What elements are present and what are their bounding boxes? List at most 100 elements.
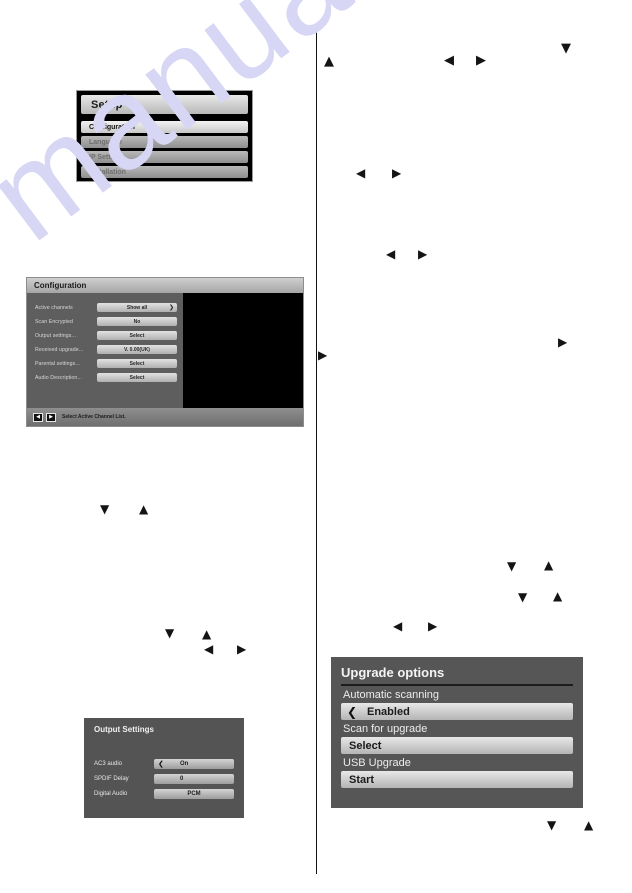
output-row-ac3-audio[interactable]: AC3 audio ❮ On: [94, 758, 234, 770]
setup-menu-list: Configuration Language IP Settings Insta…: [81, 121, 248, 178]
sidebar-item-label: Language: [89, 138, 123, 146]
output-row-label: AC3 audio: [94, 761, 123, 767]
output-row-label: SPDIF Delay: [94, 776, 129, 782]
setup-title: Setup: [91, 98, 123, 111]
output-settings-rows: AC3 audio ❮ On SPDIF Delay 0 Digital Aud…: [94, 758, 234, 800]
config-row-label: Audio Description...: [35, 374, 82, 381]
chevron-left-icon: ❮: [158, 759, 164, 768]
sidebar-item-installation[interactable]: Installation: [81, 166, 248, 178]
down-arrow-icon: ▼: [518, 590, 528, 604]
config-row-value-field[interactable]: Select: [97, 331, 177, 340]
configuration-preview-pane: [183, 293, 303, 408]
configuration-body: Active channels Show all ❯ Scan Encrypte…: [27, 293, 303, 408]
manual-page: manualshive.com Setup Configuration Lang…: [0, 0, 632, 893]
sidebar-item-label: IP Settings: [89, 153, 126, 161]
config-row-value-field[interactable]: Select: [97, 359, 177, 368]
configuration-options-pane: Active channels Show all ❯ Scan Encrypte…: [27, 293, 183, 408]
right-arrow-icon: ▶: [558, 335, 568, 349]
config-row-value-field[interactable]: No: [97, 317, 177, 326]
config-row-label: Active channels: [35, 304, 73, 311]
down-arrow-icon: ▼: [561, 41, 571, 56]
config-row-audio-description[interactable]: Audio Description... Select: [35, 372, 177, 383]
right-arrow-key-icon: ▶: [46, 412, 56, 422]
osd-upgrade-options: Upgrade options Automatic scanning ❮ Ena…: [331, 657, 583, 808]
osd-setup-menu: Setup Configuration Language IP Settings…: [76, 90, 253, 182]
configuration-title-bar: Configuration: [27, 278, 303, 293]
output-row-label: Digital Audio: [94, 791, 128, 797]
output-row-value: PCM: [187, 791, 201, 797]
config-row-received-upgrade[interactable]: Received upgrade... V. 0.00(UK): [35, 344, 177, 355]
config-row-value: V. 0.00(UK): [124, 346, 150, 353]
right-arrow-icon: ▶: [476, 53, 486, 68]
down-arrow-icon: ▼: [100, 502, 110, 516]
right-arrow-icon: ▶: [237, 642, 247, 656]
column-divider: [316, 26, 317, 874]
sidebar-item-ip-settings[interactable]: IP Settings: [81, 151, 248, 163]
upgrade-field-scan-for-upgrade[interactable]: Select: [341, 737, 573, 754]
config-row-value: No: [133, 318, 141, 325]
configuration-status-bar: ◀ ▶ Select Active Channel List.: [27, 408, 303, 426]
output-row-value-field[interactable]: ❮ On: [154, 759, 234, 769]
up-arrow-icon: ▲: [584, 818, 594, 832]
upgrade-field-value: Start: [349, 773, 375, 786]
config-row-value: Select: [129, 332, 145, 339]
left-arrow-icon: ◀: [386, 247, 396, 261]
config-row-label: Output settings...: [35, 332, 77, 339]
upgrade-field-automatic-scanning[interactable]: ❮ Enabled: [341, 703, 573, 720]
right-arrow-icon: ▶: [392, 166, 402, 180]
output-row-digital-audio[interactable]: Digital Audio PCM: [94, 788, 234, 800]
right-arrow-icon: ▶: [318, 348, 328, 362]
upgrade-section-label-automatic-scanning: Automatic scanning: [343, 689, 439, 701]
left-arrow-icon: ◀: [393, 619, 403, 633]
output-row-value: On: [180, 761, 189, 767]
config-row-label: Parental settings...: [35, 360, 80, 367]
left-arrow-key-icon: ◀: [33, 412, 43, 422]
osd-output-settings: Output Settings AC3 audio ❮ On SPDIF Del…: [84, 718, 244, 818]
upgrade-section-label-scan-for-upgrade: Scan for upgrade: [343, 723, 428, 735]
sidebar-item-label: Configuration: [89, 123, 135, 131]
left-arrow-icon: ◀: [204, 642, 214, 656]
upgrade-field-usb-upgrade[interactable]: Start: [341, 771, 573, 788]
output-settings-title: Output Settings: [94, 725, 154, 734]
config-row-value-field[interactable]: Select: [97, 373, 177, 382]
chevron-left-icon: ❮: [347, 704, 358, 719]
config-row-value: Select: [129, 360, 145, 367]
output-row-spdif-delay[interactable]: SPDIF Delay 0: [94, 773, 234, 785]
up-arrow-icon: ▲: [553, 589, 563, 603]
up-arrow-icon: ▲: [202, 627, 212, 641]
page-title: Configuration: [34, 281, 87, 290]
config-row-label: Scan Encrypted: [35, 318, 74, 325]
down-arrow-icon: ▼: [547, 818, 557, 832]
output-row-value-field[interactable]: PCM: [154, 789, 234, 799]
left-arrow-icon: ◀: [444, 53, 454, 68]
config-row-value-field[interactable]: Show all ❯: [97, 303, 177, 312]
status-hint-text: Select Active Channel List.: [62, 414, 126, 420]
sidebar-item-configuration[interactable]: Configuration: [81, 121, 248, 133]
sidebar-item-label: Installation: [89, 168, 126, 176]
config-row-label: Received upgrade...: [35, 346, 84, 353]
sidebar-item-language[interactable]: Language: [81, 136, 248, 148]
down-arrow-icon: ▼: [165, 626, 175, 640]
config-row-active-channels[interactable]: Active channels Show all ❯: [35, 302, 177, 313]
up-arrow-icon: ▲: [139, 502, 149, 516]
right-arrow-icon: ▶: [418, 247, 428, 261]
output-row-value: 0: [180, 776, 184, 782]
upgrade-options-title: Upgrade options: [341, 665, 573, 686]
setup-title-bar: Setup: [81, 95, 248, 114]
down-arrow-icon: ▼: [507, 559, 517, 573]
config-row-scan-encrypted[interactable]: Scan Encrypted No: [35, 316, 177, 327]
osd-configuration-screen: Configuration Active channels Show all ❯…: [26, 277, 304, 427]
up-arrow-icon: ▲: [324, 54, 334, 69]
output-row-value-field[interactable]: 0: [154, 774, 234, 784]
upgrade-field-value: Select: [349, 739, 382, 752]
config-row-value-field[interactable]: V. 0.00(UK): [97, 345, 177, 354]
config-row-value: Select: [129, 374, 145, 381]
config-row-parental-settings[interactable]: Parental settings... Select: [35, 358, 177, 369]
right-arrow-icon: ▶: [428, 619, 438, 633]
upgrade-section-label-usb-upgrade: USB Upgrade: [343, 757, 411, 769]
config-row-output-settings[interactable]: Output settings... Select: [35, 330, 177, 341]
left-arrow-icon: ◀: [356, 166, 366, 180]
config-row-value: Show all: [126, 304, 148, 311]
up-arrow-icon: ▲: [544, 558, 554, 572]
chevron-right-icon: ❯: [168, 303, 174, 311]
